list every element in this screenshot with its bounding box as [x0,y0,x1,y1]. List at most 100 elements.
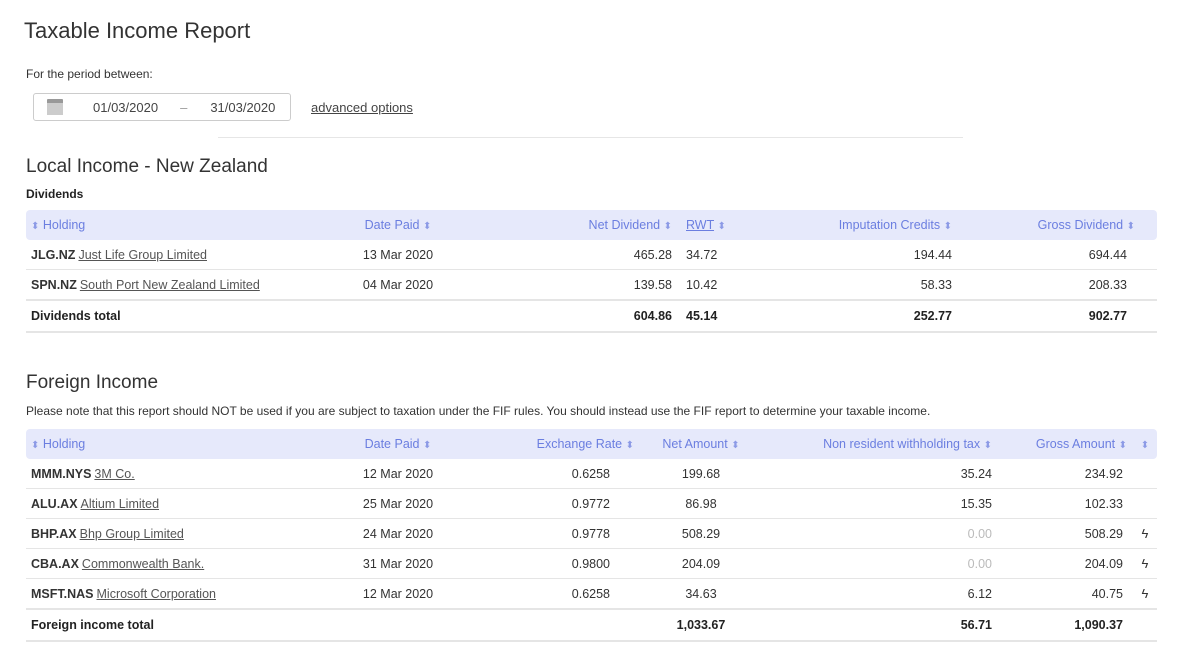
exchange-rate: 0.6258 [458,459,640,489]
col-nrwt[interactable]: Non resident withholding tax ⬍ [762,429,998,459]
date-to[interactable]: 31/03/2020 [210,100,275,115]
nrwt: 0.00 [762,518,998,549]
date-paid: 12 Mar 2020 [338,578,458,610]
total-label: Dividends total [26,299,338,333]
sort-updown-icon: ⬍ [423,221,432,232]
holding-symbol: MSFT.NAS [31,586,94,601]
local-dividends-table: ⬍ Holding Date Paid ⬍ Net Dividend ⬍ RWT… [26,210,1157,333]
local-income-heading: Local Income - New Zealand [26,156,268,177]
fif-note: Please note that this report should NOT … [26,404,931,418]
sort-updown-icon: ⬍ [731,440,740,451]
table-row: ALU.AX Altium Limited 25 Mar 2020 0.9772 … [26,488,1157,519]
date-from[interactable]: 01/03/2020 [93,100,158,115]
advanced-options-link[interactable]: advanced options [311,100,413,115]
sort-updown-icon: ⬍ [1140,440,1150,451]
holding-symbol: SPN.NZ [31,277,77,292]
gross-amount: 204.09 [998,548,1133,579]
holding-symbol: JLG.NZ [31,247,76,262]
col-gross-amount[interactable]: Gross Amount ⬍ [998,429,1133,459]
sort-updown-icon: ⬍ [983,440,992,451]
holding-name-link[interactable]: Commonwealth Bank. [82,557,204,571]
holding-symbol: BHP.AX [31,526,77,541]
col-net-dividend[interactable]: Net Dividend ⬍ [458,210,678,240]
net-amount: 508.29 [640,518,762,549]
table-row: SPN.NZ South Port New Zealand Limited 04 … [26,269,1157,301]
date-range-picker[interactable]: 01/03/2020 – 31/03/2020 [33,93,291,121]
total-net-amount: 1,033.67 [640,608,762,642]
sort-updown-icon: ⬍ [943,221,952,232]
col-gross-dividend[interactable]: Gross Dividend ⬍ [958,210,1157,240]
net-dividend: 465.28 [458,240,678,270]
net-dividend: 139.58 [458,269,678,301]
date-paid: 12 Mar 2020 [338,459,458,489]
date-paid: 31 Mar 2020 [338,548,458,579]
table-row: BHP.AX Bhp Group Limited 24 Mar 2020 0.97… [26,518,1157,549]
holding-name-link[interactable]: 3M Co. [94,467,134,481]
col-imputation-credits[interactable]: Imputation Credits ⬍ [758,210,958,240]
nrwt: 6.12 [762,578,998,610]
table-total-row: Dividends total 604.86 45.14 252.77 902.… [26,299,1157,333]
table-header-row: ⬍ Holding Date Paid ⬍ Exchange Rate ⬍ Ne… [26,429,1157,459]
exchange-rate: 0.9778 [458,518,640,549]
nrwt: 0.00 [762,548,998,579]
sort-updown-icon: ⬍ [1126,221,1135,232]
lightning-bolt-icon: ϟ [1133,548,1157,579]
exchange-rate: 0.9772 [458,488,640,519]
net-amount: 34.63 [640,578,762,610]
holding-name-link[interactable]: Altium Limited [81,497,160,511]
foreign-income-heading: Foreign Income [26,372,159,393]
sort-updown-icon: ⬍ [663,221,672,232]
foreign-income-table: ⬍ Holding Date Paid ⬍ Exchange Rate ⬍ Ne… [26,429,1157,642]
period-label: For the period between: [26,67,153,81]
rwt: 10.42 [678,269,758,301]
divider [218,137,963,138]
imputation-credits: 58.33 [758,269,958,301]
sort-updown-icon: ⬍ [1118,440,1127,451]
total-nrwt: 56.71 [762,608,998,642]
col-exchange-rate[interactable]: Exchange Rate ⬍ [458,429,640,459]
table-header-row: ⬍ Holding Date Paid ⬍ Net Dividend ⬍ RWT… [26,210,1157,240]
net-amount: 199.68 [640,459,762,489]
holding-symbol: ALU.AX [31,496,78,511]
lightning-bolt-icon: ϟ [1133,518,1157,549]
col-net-amount[interactable]: Net Amount ⬍ [640,429,762,459]
net-amount: 204.09 [640,548,762,579]
holding-name-link[interactable]: Bhp Group Limited [80,527,184,541]
gross-amount: 40.75 [998,578,1133,610]
col-holding[interactable]: ⬍ Holding [26,210,338,240]
col-rwt[interactable]: RWT ⬍ [678,210,758,240]
col-holding[interactable]: ⬍ Holding [26,429,338,459]
lightning-bolt-icon [1133,488,1157,519]
table-row: MSFT.NAS Microsoft Corporation 12 Mar 202… [26,578,1157,610]
total-net-dividend: 604.86 [458,299,678,333]
table-row: JLG.NZ Just Life Group Limited 13 Mar 202… [26,240,1157,270]
col-date-paid[interactable]: Date Paid ⬍ [338,429,458,459]
lightning-bolt-icon [1133,459,1157,489]
holding-symbol: MMM.NYS [31,466,92,481]
col-extra[interactable]: ⬍ [1133,429,1157,459]
holding-name-link[interactable]: Just Life Group Limited [78,248,207,262]
sort-updown-icon: ⬍ [31,221,40,232]
gross-amount: 102.33 [998,488,1133,519]
holding-name-link[interactable]: South Port New Zealand Limited [80,278,260,292]
dividends-subheading: Dividends [26,187,84,201]
total-label: Foreign income total [26,608,338,642]
total-rwt: 45.14 [678,299,758,333]
exchange-rate: 0.9800 [458,548,640,579]
table-row: MMM.NYS 3M Co. 12 Mar 2020 0.6258 199.68 … [26,459,1157,489]
sort-updown-icon: ⬍ [31,440,40,451]
taxable-income-report-page: Taxable Income Report For the period bet… [0,0,1183,669]
imputation-credits: 194.44 [758,240,958,270]
date-separator: – [180,99,188,115]
holding-symbol: CBA.AX [31,556,79,571]
lightning-bolt-icon: ϟ [1133,578,1157,610]
gross-amount: 234.92 [998,459,1133,489]
page-title: Taxable Income Report [24,18,251,43]
exchange-rate: 0.6258 [458,578,640,610]
date-paid: 24 Mar 2020 [338,518,458,549]
table-total-row: Foreign income total 1,033.67 56.71 1,09… [26,608,1157,642]
col-date-paid[interactable]: Date Paid ⬍ [338,210,458,240]
sort-updown-icon: ⬍ [625,440,634,451]
holding-name-link[interactable]: Microsoft Corporation [97,587,217,601]
rwt: 34.72 [678,240,758,270]
